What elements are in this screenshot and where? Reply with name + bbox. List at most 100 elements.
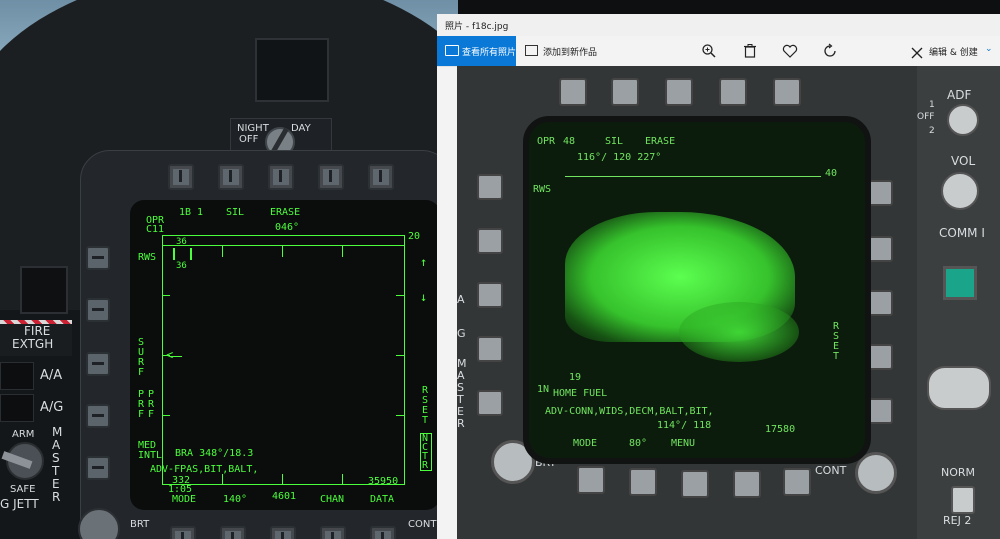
extgh-label: EXTGH — [12, 337, 54, 351]
ag-button[interactable] — [0, 394, 34, 422]
photo-off-label: OFF — [917, 112, 935, 122]
photo-opr: OPR — [537, 136, 556, 147]
mfd-top-button-4[interactable] — [318, 164, 344, 190]
photos-app-window: 照片 - f18c.jpg 查看所有照片 添加到新作品 编辑 & 创建 ⌄ CO… — [437, 14, 1000, 539]
view-all-label: 查看所有照片 — [462, 48, 517, 58]
view-all-photos-button[interactable]: 查看所有照片 — [437, 36, 516, 66]
mfd-left-button-5[interactable] — [86, 456, 110, 480]
mfd-top-button-5[interactable] — [368, 164, 394, 190]
aa-button[interactable] — [0, 362, 34, 390]
photo-one-label: 1 — [929, 100, 935, 110]
mfd-top-button-3[interactable] — [268, 164, 294, 190]
prf-label[interactable]: PRF — [138, 390, 146, 420]
contact-marker-2[interactable] — [190, 248, 192, 260]
contact-alt-top: 36 — [176, 237, 187, 247]
bottom-option-4601[interactable]: 4601 — [272, 491, 296, 502]
mfd-top-button-1[interactable] — [168, 164, 194, 190]
top-option-erase[interactable]: ERASE — [270, 207, 300, 218]
master-arm-switch[interactable] — [1, 442, 44, 480]
top-option-1b1[interactable]: 1B 1 — [179, 207, 203, 218]
photo-rws: RWS — [533, 184, 552, 195]
brt-label: BRT — [130, 519, 150, 530]
fire-button-housing[interactable] — [20, 266, 68, 314]
photo-80: 80° — [629, 438, 648, 449]
delete-icon[interactable] — [742, 43, 758, 59]
displayed-photo: BRT CONT A G MASTER OPR 48 SIL ERASE 116… — [457, 66, 1000, 539]
photo-line3: 114°/ 118 — [657, 420, 712, 431]
intl-label[interactable]: INTL — [138, 450, 162, 461]
c11-label: C11 — [146, 224, 165, 235]
photo-17580: 17580 — [765, 424, 796, 435]
rotate-icon[interactable] — [822, 43, 838, 59]
aa-label: A/A — [40, 368, 63, 383]
ag-label: A/G — [40, 400, 64, 415]
chevron-down-icon: ⌄ — [985, 44, 993, 54]
edit-create-button[interactable]: 编辑 & 创建 ⌄ — [909, 36, 999, 66]
photo-home-fuel: HOME FUEL — [553, 388, 608, 399]
top-option-sil[interactable]: SIL — [226, 207, 244, 218]
mfd-left-button-2[interactable] — [86, 298, 110, 322]
photo-top-button-2 — [611, 78, 639, 106]
rset-label[interactable]: RSET — [422, 386, 430, 426]
bottom-option-140[interactable]: 140° — [223, 494, 247, 505]
photo-right-panel: ADF 1 OFF 2 VOL COMM I NORM REJ 2 — [917, 66, 1000, 539]
nctr-label[interactable]: NCTR — [420, 433, 432, 471]
heart-icon[interactable] — [782, 43, 798, 59]
upper-instrument-housing — [255, 38, 329, 102]
photo-top-button-5 — [773, 78, 801, 106]
arrow-up[interactable]: ↑ — [420, 256, 427, 268]
mfd-bottom-button-3[interactable] — [270, 526, 296, 539]
contact-marker[interactable] — [173, 248, 175, 260]
photo-adv: ADV-CONN,WIDS,DECM,BALT,BIT, — [545, 406, 714, 417]
prf-label-2[interactable]: PRF — [148, 390, 156, 420]
photo-bearing: 116°/ 120 227° — [577, 152, 662, 163]
photo-adf-label: ADF — [947, 88, 972, 102]
bottom-option-chan[interactable]: CHAN — [320, 494, 344, 505]
photo-rej2-label: REJ 2 — [943, 514, 972, 527]
photo-top-48: 48 — [563, 136, 576, 147]
photo-top-button-3 — [665, 78, 693, 106]
photo-top-button-1 — [559, 78, 587, 106]
mfd-bottom-button-5[interactable] — [370, 526, 396, 539]
photo-two-label: 2 — [929, 126, 935, 136]
photo-cont-label: CONT — [815, 464, 847, 477]
edit-create-label: 编辑 & 创建 — [929, 48, 978, 58]
mfd-top-button-2[interactable] — [218, 164, 244, 190]
photo-rset: RSET — [833, 321, 840, 362]
surf-label[interactable]: SURF — [138, 338, 146, 378]
photo-comm1-label: COMM I — [939, 226, 985, 240]
radar-display: OPR C11 1B 1 SIL ERASE 046° 20 36 36 RWS… — [130, 200, 440, 510]
arrow-down[interactable]: ↓ — [420, 291, 427, 303]
heading-readout: 046° — [275, 222, 300, 233]
mfd-left-button-1[interactable] — [86, 246, 110, 270]
add-to-creation-button[interactable]: 添加到新作品 — [525, 36, 605, 66]
master-label: MASTER — [52, 425, 63, 504]
val-35950: 35950 — [368, 476, 399, 487]
night-label: NIGHT — [237, 123, 269, 134]
photo-range: 40 — [825, 168, 838, 179]
cont-label: CONT — [408, 519, 437, 530]
off-label: OFF — [239, 134, 259, 145]
add-creation-icon — [525, 45, 538, 56]
cockpit-screenshot: NIGHT DAY OFF FIRE EXTGH A/A A/G ARM SAF… — [0, 0, 458, 539]
bottom-option-data[interactable]: DATA — [370, 494, 394, 505]
mfd-left-button-4[interactable] — [86, 404, 110, 428]
contact-alt-bottom: 36 — [176, 261, 187, 271]
bottom-option-mode[interactable]: MODE — [172, 494, 196, 505]
jett-label: G JETT — [0, 497, 39, 511]
display-second-line — [162, 245, 404, 246]
photo-a-label: A — [457, 293, 465, 306]
display-right-line — [404, 235, 405, 485]
rws-label[interactable]: RWS — [138, 252, 156, 263]
photo-mfd-screen: OPR 48 SIL ERASE 116°/ 120 227° 40 RWS 1… — [523, 116, 871, 464]
photo-master-label: MASTER — [457, 357, 467, 430]
photo-1n: 1N — [537, 384, 550, 395]
photo-top-erase: ERASE — [645, 136, 676, 147]
mfd-bottom-button-1[interactable] — [170, 526, 196, 539]
mfd-bottom-button-4[interactable] — [320, 526, 346, 539]
mfd-left-button-3[interactable] — [86, 352, 110, 376]
zoom-in-icon[interactable] — [701, 43, 717, 59]
photo-19: 19 — [569, 372, 582, 383]
photo-mode: MODE — [573, 438, 598, 449]
mfd-bottom-button-2[interactable] — [220, 526, 246, 539]
